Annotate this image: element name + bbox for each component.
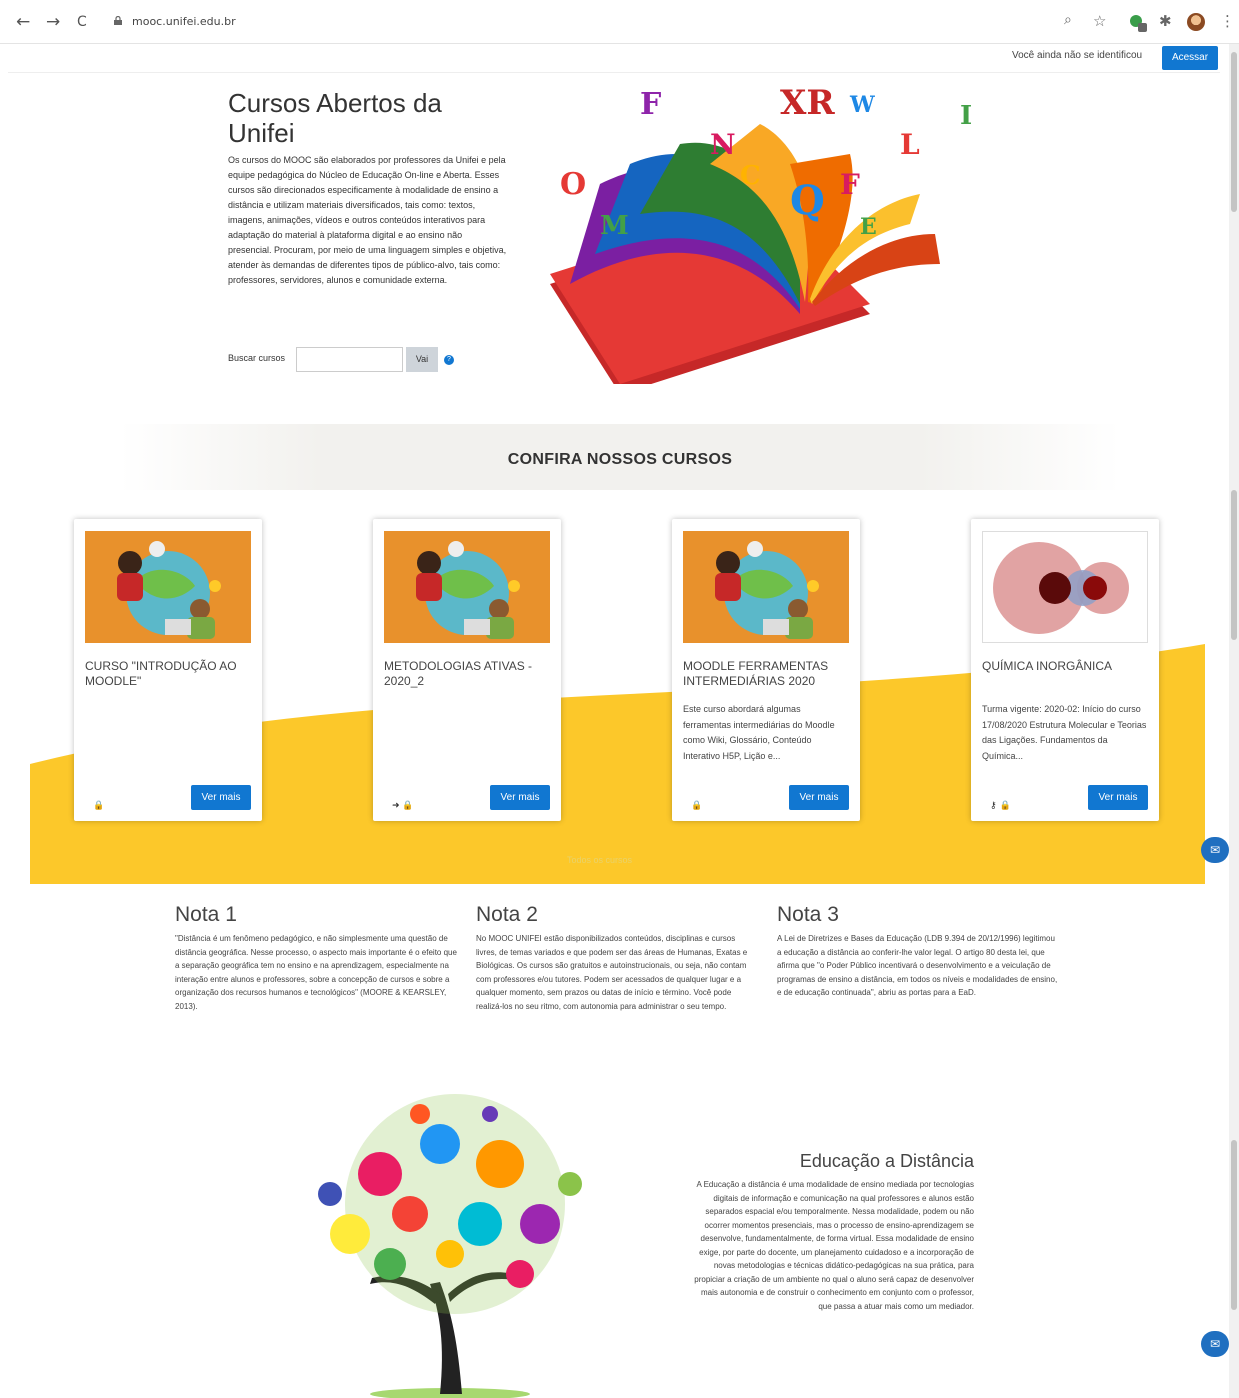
svg-text:N: N (710, 128, 736, 161)
svg-text:F: F (840, 168, 860, 201)
note-text: No MOOC UNIFEI estão disponibilizados co… (476, 934, 748, 1011)
course-card[interactable]: QUÍMICA INORGÂNICA Turma vigente: 2020-0… (971, 519, 1159, 821)
enrol-lock-icons: ➜ 🔒 (392, 801, 414, 811)
forward-icon[interactable]: → (46, 12, 60, 32)
key-lock-icons: ⚷ 🔒 (990, 801, 1011, 811)
course-card[interactable]: METODOLOGIAS ATIVAS - 2020_2 ➜ 🔒 Ver mai… (373, 519, 561, 821)
profile-avatar[interactable] (1187, 13, 1205, 31)
chat-icon[interactable]: ✉ (1201, 1331, 1229, 1357)
lock-icon: 🔒 (691, 801, 703, 811)
course-description: Turma vigente: 2020-02: Início do curso … (982, 704, 1147, 761)
star-icon[interactable]: ☆ (1093, 12, 1106, 30)
section-title: CONFIRA NOSSOS CURSOS (507, 451, 733, 468)
note-1: Nota 1 "Distância é um fenômeno pedagógi… (175, 902, 457, 1013)
svg-text:W: W (849, 92, 875, 118)
puzzle-icon[interactable]: ✱ (1159, 12, 1172, 30)
course-title[interactable]: MOODLE FERRAMENTAS INTERMEDIÁRIAS 2020 (683, 659, 853, 689)
menu-icon[interactable]: ⋮ (1220, 12, 1235, 30)
scroll-thumb-3 (1231, 1140, 1237, 1310)
login-button[interactable]: Acessar (1162, 46, 1218, 70)
section-banner: CONFIRA NOSSOS CURSOS (120, 424, 1120, 490)
svg-text:E: E (860, 214, 877, 240)
course-image[interactable] (982, 531, 1148, 643)
svg-text:I: I (960, 101, 972, 131)
tree-illustration (318, 1094, 582, 1398)
note-text: A Lei de Diretrizes e Bases da Educação … (777, 934, 1058, 997)
course-card[interactable]: CURSO "INTRODUÇÃO AO MOODLE" 🔒 Ver mais (74, 519, 262, 821)
note-2: Nota 2 No MOOC UNIFEI estão disponibiliz… (476, 902, 758, 1013)
svg-text:C: C (740, 161, 761, 191)
ver-mais-button[interactable]: Ver mais (1088, 785, 1148, 810)
book-illustration: F XR N Q O L I F E C M W (550, 84, 972, 384)
login-status: Você ainda não se identificou (1012, 50, 1143, 61)
ver-mais-button[interactable]: Ver mais (191, 785, 251, 810)
lock-icon (114, 16, 122, 25)
course-image[interactable] (85, 531, 251, 643)
svg-text:F: F (640, 87, 661, 122)
address-bar[interactable]: mooc.unifei.edu.br (132, 15, 236, 28)
course-title[interactable]: CURSO "INTRODUÇÃO AO MOODLE" (85, 659, 255, 689)
note-title: Nota 3 (777, 903, 839, 926)
all-courses-link[interactable]: Todos os cursos (0, 855, 1199, 865)
course-card[interactable]: MOODLE FERRAMENTAS INTERMEDIÁRIAS 2020 E… (672, 519, 860, 821)
extension-icon[interactable] (1129, 13, 1149, 33)
course-image[interactable] (683, 531, 849, 643)
note-title: Nota 1 (175, 903, 237, 926)
ead-title: Educação a Distância (799, 1151, 974, 1171)
page-content: Você ainda não se identificou Acessar Cu… (0, 44, 1229, 1398)
course-title[interactable]: QUÍMICA INORGÂNICA (982, 659, 1152, 674)
ead-text: A Educação a distância é uma modalidade … (694, 1180, 974, 1311)
svg-text:XR: XR (780, 84, 835, 123)
browser-toolbar: ← → C mooc.unifei.edu.br ⌕ ☆ ✱ ⋮ (0, 0, 1239, 44)
course-image[interactable] (384, 531, 550, 643)
lock-icon: 🔒 (93, 801, 105, 811)
divider (8, 72, 1220, 73)
scroll-thumb[interactable] (1231, 52, 1237, 212)
ver-mais-button[interactable]: Ver mais (789, 785, 849, 810)
search-label: Buscar cursos (228, 353, 286, 363)
svg-text:O: O (560, 167, 586, 202)
help-icon[interactable]: ? (444, 355, 454, 365)
note-title: Nota 2 (476, 903, 538, 926)
note-text: "Distância é um fenômeno pedagógico, e n… (175, 934, 457, 1011)
note-3: Nota 3 A Lei de Diretrizes e Bases da Ed… (777, 902, 1059, 1000)
ver-mais-button[interactable]: Ver mais (490, 785, 550, 810)
hero-description: Os cursos do MOOC são elaborados por pro… (228, 155, 507, 285)
svg-text:Q: Q (790, 177, 825, 224)
scroll-thumb-2 (1231, 490, 1237, 640)
course-description: Este curso abordará algumas ferramentas … (683, 704, 835, 761)
back-icon[interactable]: ← (16, 12, 30, 32)
reload-icon[interactable]: C (77, 14, 87, 30)
page-title: Cursos Abertos da Unifei (228, 88, 442, 148)
svg-text:M: M (600, 211, 629, 241)
svg-text:L: L (900, 128, 920, 161)
chat-icon[interactable]: ✉ (1201, 837, 1229, 863)
search-input[interactable] (296, 347, 403, 372)
search-button[interactable]: Vai (406, 347, 438, 372)
course-title[interactable]: METODOLOGIAS ATIVAS - 2020_2 (384, 659, 554, 689)
zoom-icon[interactable]: ⌕ (1064, 12, 1072, 28)
